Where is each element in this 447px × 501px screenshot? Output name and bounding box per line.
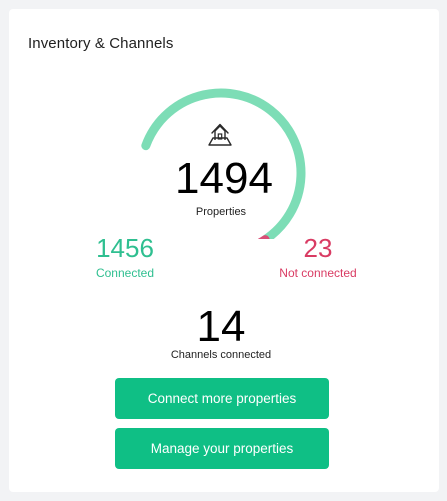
connected-count: 1456 xyxy=(96,233,154,263)
manage-properties-button[interactable]: Manage your properties xyxy=(115,428,329,469)
channels-label: Channels connected xyxy=(170,349,272,361)
house-icon xyxy=(206,121,234,152)
channels-count: 14 xyxy=(196,302,246,351)
properties-total: 1494 xyxy=(175,154,273,203)
connected-label: Connected xyxy=(95,266,155,280)
inventory-channels-card: Inventory & Channels 1494 Properties 145… xyxy=(9,9,439,492)
properties-label: Properties xyxy=(195,206,247,218)
not-connected-count: 23 xyxy=(303,233,333,263)
connect-more-properties-button[interactable]: Connect more properties xyxy=(115,378,329,419)
not-connected-label: Not connected xyxy=(279,266,357,280)
